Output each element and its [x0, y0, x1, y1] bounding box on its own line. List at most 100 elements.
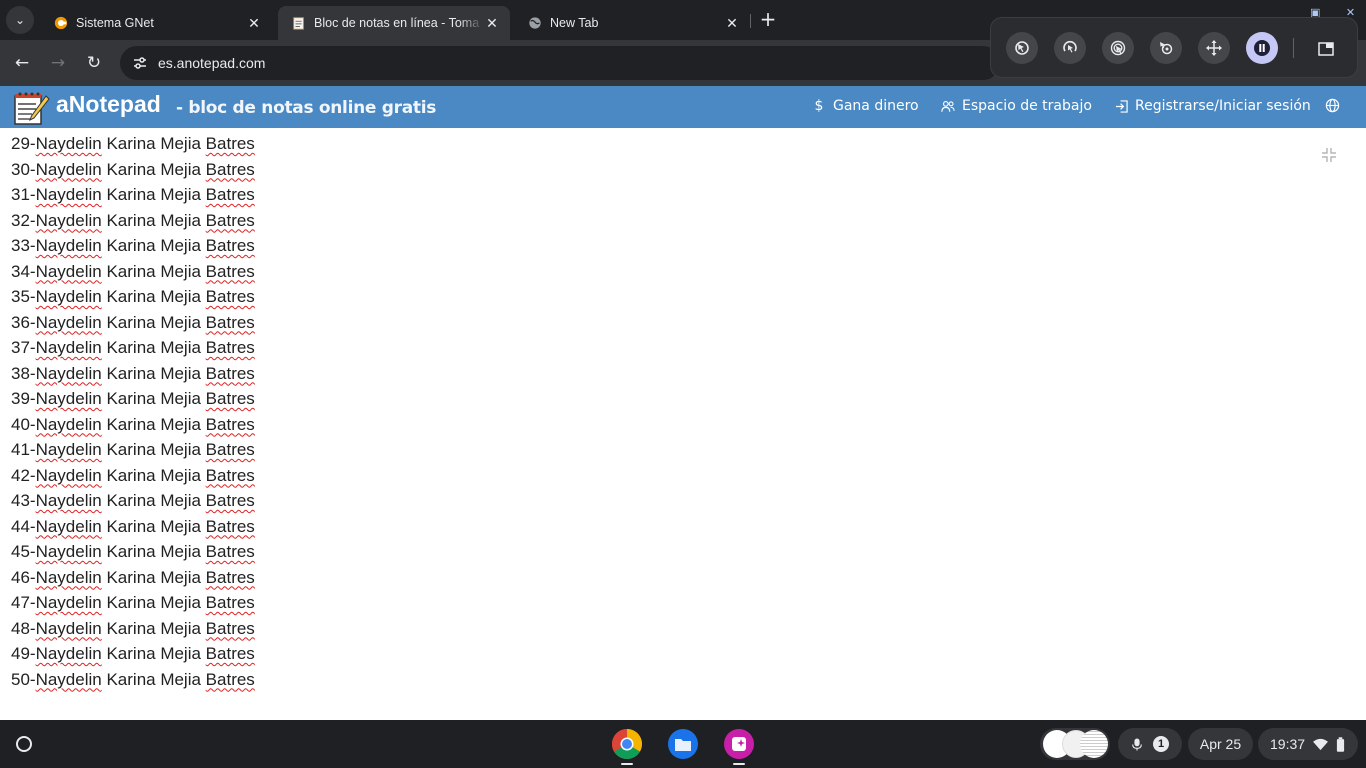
tab-anotepad[interactable]: Bloc de notas en línea - Toma y ✕ — [278, 6, 510, 40]
tab-new-tab[interactable]: New Tab ✕ — [514, 6, 750, 40]
misspelled-word: Batres — [205, 363, 255, 383]
misspelled-word: Batres — [205, 389, 255, 408]
tab-sistema-gnet[interactable]: Sistema GNet ✕ — [40, 6, 272, 40]
misspelled-word: Naydelin — [35, 567, 102, 587]
tab-search-button[interactable]: ⌄ — [6, 6, 34, 34]
launcher-button[interactable] — [8, 728, 40, 760]
misspelled-word: Naydelin — [35, 134, 102, 153]
status-tray[interactable]: 19:37 — [1258, 728, 1358, 760]
notepad-favicon-icon — [293, 17, 304, 30]
misspelled-word: Naydelin — [35, 185, 102, 204]
note-line[interactable]: 37-Naydelin Karina Mejia Batres — [11, 335, 255, 361]
left-click-button[interactable] — [1006, 32, 1038, 64]
note-line[interactable]: 32-Naydelin Karina Mejia Batres — [11, 208, 255, 234]
notepad-logo-icon[interactable] — [12, 90, 50, 126]
time-text: 19:37 — [1270, 736, 1306, 752]
note-line[interactable]: 31-Naydelin Karina Mejia Batres — [11, 182, 255, 208]
double-click-button[interactable] — [1102, 32, 1134, 64]
line-number: 31- — [11, 185, 36, 204]
note-line[interactable]: 49-Naydelin Karina Mejia Batres — [11, 641, 255, 667]
line-text: Karina Mejia — [101, 312, 206, 332]
note-line[interactable]: 35-Naydelin Karina Mejia Batres — [11, 284, 255, 310]
nav-workspace[interactable]: Espacio de trabajo — [941, 98, 1092, 114]
misspelled-word: Batres — [205, 338, 255, 357]
panel-position-button[interactable] — [1317, 40, 1335, 58]
note-line[interactable]: 45-Naydelin Karina Mejia Batres — [11, 539, 255, 565]
note-line[interactable]: 30-Naydelin Karina Mejia Batres — [11, 157, 255, 183]
misspelled-word: Batres — [205, 644, 255, 663]
misspelled-word: Batres — [205, 159, 255, 179]
close-icon[interactable]: ✕ — [246, 15, 262, 32]
misspelled-word: Batres — [205, 465, 255, 485]
files-app-icon[interactable] — [667, 728, 699, 760]
line-number: 43- — [11, 491, 36, 510]
close-icon[interactable]: ✕ — [484, 15, 500, 32]
drag-move-button[interactable] — [1198, 32, 1230, 64]
pause-button[interactable] — [1246, 32, 1278, 64]
date-tray[interactable]: Apr 25 — [1188, 728, 1253, 760]
note-lines[interactable]: 29-Naydelin Karina Mejia Batres 30-Naydel… — [11, 131, 255, 692]
note-line[interactable]: 38-Naydelin Karina Mejia Batres — [11, 361, 255, 387]
note-line[interactable]: 50-Naydelin Karina Mejia Batres — [11, 667, 255, 693]
misspelled-word: Batres — [205, 618, 255, 638]
site-brand[interactable]: aNotepad — [56, 91, 161, 118]
misspelled-word: Batres — [205, 542, 255, 561]
line-number: 47- — [11, 593, 36, 612]
address-bar[interactable]: es.anotepad.com — [120, 46, 1000, 80]
note-line[interactable]: 29-Naydelin Karina Mejia Batres — [11, 131, 255, 157]
note-line[interactable]: 33-Naydelin Karina Mejia Batres — [11, 233, 255, 259]
note-line[interactable]: 43-Naydelin Karina Mejia Batres — [11, 488, 255, 514]
misspelled-word: Naydelin — [35, 414, 102, 434]
gallery-app-icon[interactable] — [723, 728, 755, 760]
line-text: Karina Mejia — [101, 542, 206, 561]
tab-title: Sistema GNet — [76, 16, 154, 30]
note-line[interactable]: 40-Naydelin Karina Mejia Batres — [11, 412, 255, 438]
line-number: 44- — [11, 516, 36, 536]
note-line[interactable]: 34-Naydelin Karina Mejia Batres — [11, 259, 255, 285]
line-number: 42- — [11, 465, 36, 485]
note-line[interactable]: 46-Naydelin Karina Mejia Batres — [11, 565, 255, 591]
new-tab-button[interactable]: + — [758, 9, 778, 30]
note-line[interactable]: 44-Naydelin Karina Mejia Batres — [11, 514, 255, 540]
forward-button[interactable]: → — [45, 50, 71, 76]
nav-earn-money[interactable]: $ Gana dinero — [812, 98, 919, 114]
misspelled-word: Naydelin — [35, 287, 102, 306]
note-line[interactable]: 47-Naydelin Karina Mejia Batres — [11, 590, 255, 616]
note-line[interactable]: 36-Naydelin Karina Mejia Batres — [11, 310, 255, 336]
close-icon[interactable]: ✕ — [724, 15, 740, 32]
note-line[interactable]: 41-Naydelin Karina Mejia Batres — [11, 437, 255, 463]
line-number: 48- — [11, 618, 36, 638]
pause-icon — [1254, 40, 1270, 56]
mic-notification-tray[interactable]: 1 — [1118, 728, 1182, 760]
line-text: Karina Mejia — [101, 389, 206, 408]
site-settings-icon[interactable] — [132, 55, 148, 71]
tab-title: Bloc de notas en línea - Toma y — [314, 16, 484, 30]
misspelled-word: Batres — [205, 134, 255, 153]
move-arrows-icon — [1206, 40, 1222, 56]
misspelled-word: Naydelin — [35, 389, 102, 408]
dollar-icon: $ — [814, 98, 824, 114]
reload-button[interactable]: ↻ — [81, 50, 107, 76]
click-and-hold-button[interactable] — [1150, 32, 1182, 64]
launcher-circle-icon — [16, 736, 32, 752]
exit-fullscreen-icon[interactable] — [1320, 146, 1338, 164]
chrome-app-icon[interactable] — [611, 728, 643, 760]
misspelled-word: Batres — [205, 210, 255, 230]
misspelled-word: Batres — [205, 261, 255, 281]
note-line[interactable]: 42-Naydelin Karina Mejia Batres — [11, 463, 255, 489]
line-text: Karina Mejia — [101, 516, 206, 536]
panel-separator — [1293, 38, 1294, 58]
misspelled-word: Naydelin — [35, 644, 102, 663]
note-editor[interactable]: 29-Naydelin Karina Mejia Batres 30-Naydel… — [0, 128, 1366, 720]
line-text: Karina Mejia — [101, 185, 206, 204]
line-text: Karina Mejia — [101, 669, 206, 689]
note-line[interactable]: 48-Naydelin Karina Mejia Batres — [11, 616, 255, 642]
holding-space-tray[interactable] — [1040, 728, 1110, 760]
nav-login[interactable]: Registrarse/Iniciar sesión — [1114, 98, 1311, 114]
back-button[interactable]: ← — [9, 50, 35, 76]
language-button[interactable] — [1325, 98, 1340, 113]
note-line[interactable]: 39-Naydelin Karina Mejia Batres — [11, 386, 255, 412]
line-number: 39- — [11, 389, 36, 408]
right-click-button[interactable] — [1054, 32, 1086, 64]
tab-separator — [750, 14, 751, 28]
